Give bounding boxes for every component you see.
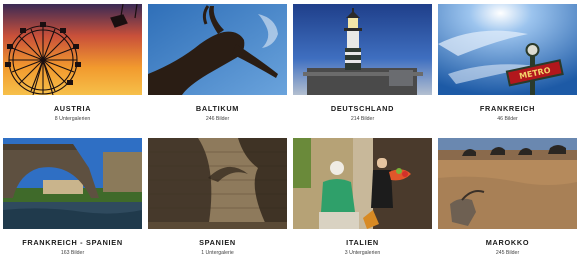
gallery-thumbnail-frankreich-spanien[interactable] [3,138,142,229]
gallery-count: 1 Untergalerie [201,250,234,256]
gallery-tile-spanien[interactable]: SPANIEN 1 Untergalerie [148,138,287,256]
gallery-title[interactable]: DEUTSCHLAND [293,104,432,113]
gallery-tile-deutschland[interactable]: DEUTSCHLAND 214 Bilder [293,4,432,122]
gallery-thumbnail-baltikum[interactable] [148,4,287,95]
gallery-thumbnail-frankreich[interactable]: METRO [438,4,577,95]
gallery-count: 163 Bilder [60,250,85,256]
gallery-title[interactable]: FRANKREICH - SPANIEN [3,238,142,247]
gallery-thumbnail-marokko[interactable] [438,138,577,229]
gallery-tile-italien[interactable]: ITALIEN 3 Untergalerien [293,138,432,256]
vegetable-vendor-image [293,138,432,229]
metro-sign-image: METRO [438,4,577,95]
gallery-count: 245 Bilder [495,250,520,256]
gallery-thumbnail-deutschland[interactable] [293,4,432,95]
gallery-tile-austria[interactable]: AUSTRIA 8 Untergalerien [3,4,142,122]
gallery-title[interactable]: FRANKREICH [438,104,577,113]
gallery-thumbnail-italien[interactable] [293,138,432,229]
gallery-title[interactable]: AUSTRIA [3,104,142,113]
gallery-thumbnail-austria[interactable] [3,4,142,95]
gallery-title[interactable]: ITALIEN [293,238,432,247]
gallery-tile-frankreich[interactable]: METRO FRANKREICH 46 Bilder [438,4,577,122]
gallery-title[interactable]: SPANIEN [148,238,287,247]
gallery-count: 46 Bilder [497,116,518,122]
gallery-count: 8 Untergalerien [54,116,91,122]
gallery-count: 246 Bilder [205,116,230,122]
gallery-thumbnail-spanien[interactable] [148,138,287,229]
gallery-tile-baltikum[interactable]: BALTIKUM 246 Bilder [148,4,287,122]
gallery-tile-frankreich-spanien[interactable]: FRANKREICH - SPANIEN 163 Bilder [3,138,142,256]
stone-wall-image [148,138,287,229]
desert-camels-image [438,138,577,229]
gallery-count: 3 Untergalerien [344,250,381,256]
goat-image [148,4,287,95]
gallery-title[interactable]: MAROKKO [438,238,577,247]
gallery-title[interactable]: BALTIKUM [148,104,287,113]
gallery-tile-marokko[interactable]: MAROKKO 245 Bilder [438,138,577,256]
lighthouse-image [293,4,432,95]
stone-bridge-image [3,138,142,229]
gallery-count: 214 Bilder [350,116,375,122]
ferris-wheel-image [3,4,142,95]
